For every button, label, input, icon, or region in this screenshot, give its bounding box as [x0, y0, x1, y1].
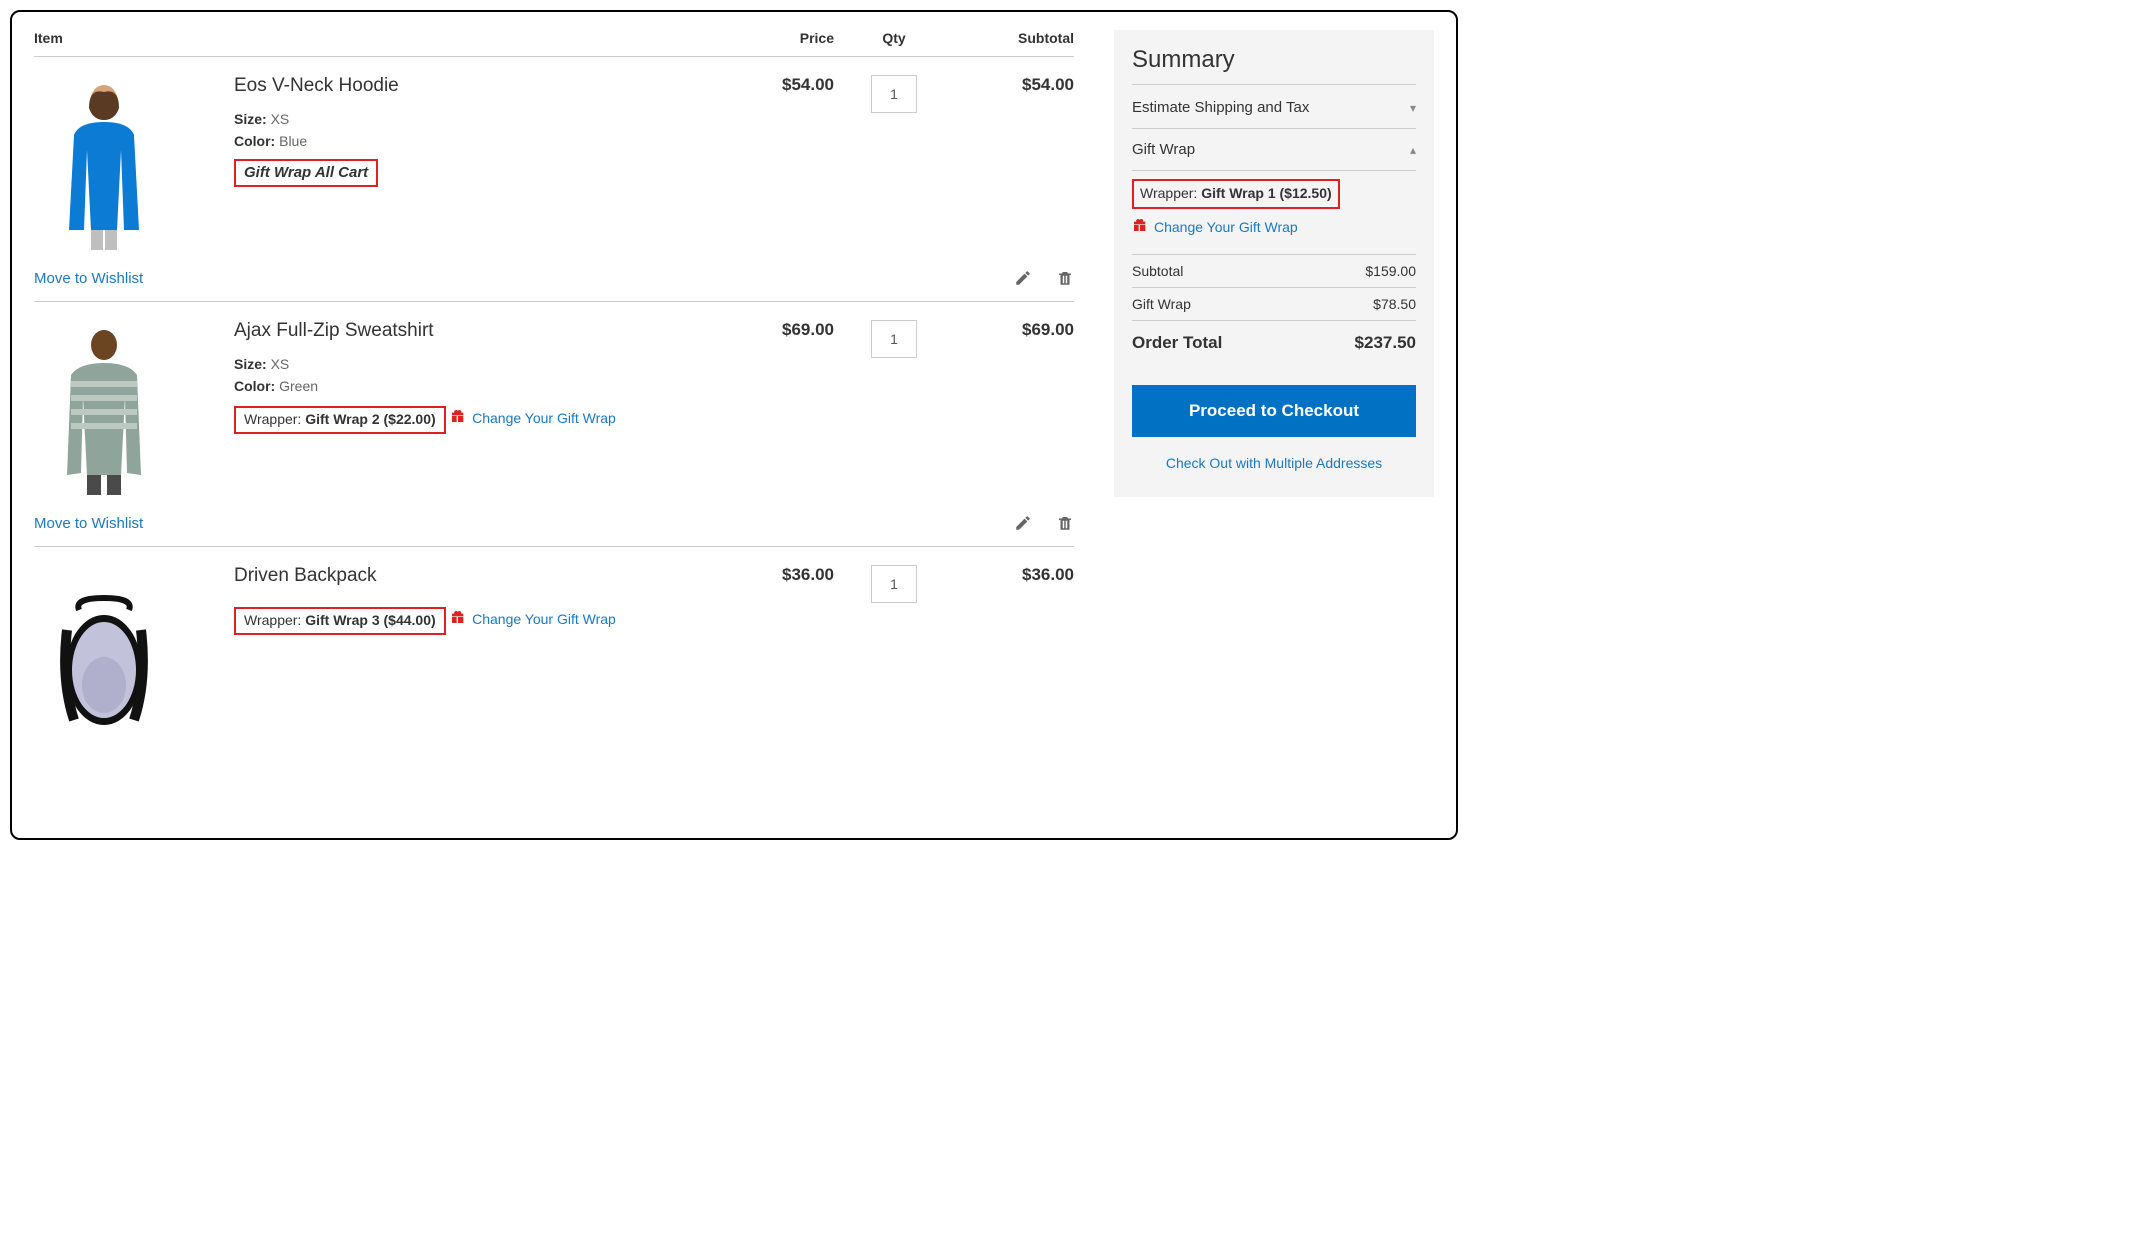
qty-input[interactable]: [871, 75, 917, 113]
product-name: Eos V-Neck Hoodie: [234, 75, 694, 97]
header-item: Item: [34, 30, 714, 46]
summary-wrapper-highlight: Wrapper: Gift Wrap 1 ($12.50): [1132, 179, 1340, 209]
item-subtotal: $54.00: [954, 75, 1074, 255]
header-subtotal: Subtotal: [954, 30, 1074, 46]
item-price: $54.00: [714, 75, 834, 255]
size-value: XS: [271, 356, 290, 372]
summary-change-gw-row: Change Your Gift Wrap: [1132, 217, 1298, 237]
item-actions-row: Move to Wishlist: [34, 500, 1074, 546]
cart-item: Driven Backpack Wrapper: Gift Wrap 3 ($4…: [34, 547, 1074, 745]
wrapper-highlight: Wrapper: Gift Wrap 2 ($22.00): [234, 406, 446, 434]
chevron-down-icon: ▾: [1410, 101, 1416, 115]
item-actions-row: Move to Wishlist: [34, 255, 1074, 301]
summary-column: Summary Estimate Shipping and Tax ▾ Gift…: [1114, 30, 1434, 820]
size-value: XS: [271, 111, 290, 127]
wrapper-value: Gift Wrap 2 ($22.00): [305, 411, 435, 427]
color-line: Color: Green: [234, 378, 694, 394]
item-details: Ajax Full-Zip Sweatshirt Size: XS Color:…: [234, 320, 714, 500]
item-price: $36.00: [714, 565, 834, 745]
giftwrap-label: Gift Wrap: [1132, 141, 1195, 158]
wrapper-value: Gift Wrap 3 ($44.00): [305, 612, 435, 628]
edit-icon[interactable]: [1014, 514, 1032, 532]
product-image: [34, 320, 174, 500]
gift-icon: [1132, 217, 1148, 237]
gift-icon: [450, 408, 466, 428]
edit-icon[interactable]: [1014, 269, 1032, 287]
color-label: Color:: [234, 378, 275, 394]
header-qty: Qty: [834, 30, 954, 46]
color-label: Color:: [234, 133, 275, 149]
item-price: $69.00: [714, 320, 834, 500]
summary-wrapper-value: Gift Wrap 1 ($12.50): [1201, 185, 1331, 201]
cart-item: Ajax Full-Zip Sweatshirt Size: XS Color:…: [34, 302, 1074, 547]
total-line: Subtotal $159.00: [1132, 255, 1416, 288]
item-subtotal: $69.00: [954, 320, 1074, 500]
cart-page: Item Price Qty Subtotal Eos V-Neck: [10, 10, 1458, 840]
wrapper-highlight: Wrapper: Gift Wrap 3 ($44.00): [234, 607, 446, 635]
trash-icon[interactable]: [1056, 269, 1074, 287]
item-details: Driven Backpack Wrapper: Gift Wrap 3 ($4…: [234, 565, 714, 745]
size-line: Size: XS: [234, 356, 694, 372]
size-label: Size:: [234, 111, 267, 127]
chevron-up-icon: ▴: [1410, 143, 1416, 157]
product-name: Ajax Full-Zip Sweatshirt: [234, 320, 694, 342]
item-subtotal: $36.00: [954, 565, 1074, 745]
summary-box: Summary Estimate Shipping and Tax ▾ Gift…: [1114, 30, 1434, 497]
move-wishlist-link[interactable]: Move to Wishlist: [34, 515, 143, 532]
product-name: Driven Backpack: [234, 565, 694, 587]
estimate-shipping-toggle[interactable]: Estimate Shipping and Tax ▾: [1132, 87, 1416, 129]
order-total-row: Order Total $237.50: [1132, 321, 1416, 365]
order-total-label: Order Total: [1132, 333, 1222, 353]
total-line: Gift Wrap $78.50: [1132, 288, 1416, 321]
product-image: [34, 75, 174, 255]
header-price: Price: [714, 30, 834, 46]
estimate-label: Estimate Shipping and Tax: [1132, 99, 1309, 116]
total-line-label: Gift Wrap: [1132, 296, 1191, 312]
cart-header-row: Item Price Qty Subtotal: [34, 30, 1074, 57]
gift-icon: [450, 609, 466, 629]
change-gw-link[interactable]: Change Your Gift Wrap: [472, 410, 616, 426]
order-total-value: $237.50: [1355, 333, 1416, 353]
cart-item: Eos V-Neck Hoodie Size: XS Color: Blue G…: [34, 57, 1074, 302]
color-line: Color: Blue: [234, 133, 694, 149]
giftwrap-toggle[interactable]: Gift Wrap ▴: [1132, 129, 1416, 171]
total-line-label: Subtotal: [1132, 263, 1183, 279]
trash-icon[interactable]: [1056, 514, 1074, 532]
size-label: Size:: [234, 356, 267, 372]
qty-input[interactable]: [871, 565, 917, 603]
gw-allcart-highlight: Gift Wrap All Cart: [234, 159, 378, 187]
change-gw-link[interactable]: Change Your Gift Wrap: [472, 611, 616, 627]
change-gw-row: Change Your Gift Wrap: [450, 408, 616, 428]
color-value: Green: [279, 378, 318, 394]
size-line: Size: XS: [234, 111, 694, 127]
summary-change-gw-link[interactable]: Change Your Gift Wrap: [1154, 219, 1298, 235]
summary-wrapper-label: Wrapper:: [1140, 185, 1197, 201]
cart-items-section: Item Price Qty Subtotal Eos V-Neck: [34, 30, 1074, 820]
summary-title: Summary: [1132, 46, 1416, 85]
change-gw-row: Change Your Gift Wrap: [450, 609, 616, 629]
move-wishlist-link[interactable]: Move to Wishlist: [34, 270, 143, 287]
product-image: [34, 565, 174, 745]
qty-input[interactable]: [871, 320, 917, 358]
item-details: Eos V-Neck Hoodie Size: XS Color: Blue G…: [234, 75, 714, 255]
gw-allcart-label: Gift Wrap All Cart: [244, 164, 368, 181]
total-line-value: $78.50: [1373, 296, 1416, 312]
wrapper-label: Wrapper:: [244, 612, 301, 628]
total-line-value: $159.00: [1365, 263, 1416, 279]
proceed-checkout-button[interactable]: Proceed to Checkout: [1132, 385, 1416, 437]
wrapper-label: Wrapper:: [244, 411, 301, 427]
color-value: Blue: [279, 133, 307, 149]
multi-address-link[interactable]: Check Out with Multiple Addresses: [1166, 455, 1382, 471]
totals-block: Subtotal $159.00 Gift Wrap $78.50 Order …: [1132, 254, 1416, 365]
